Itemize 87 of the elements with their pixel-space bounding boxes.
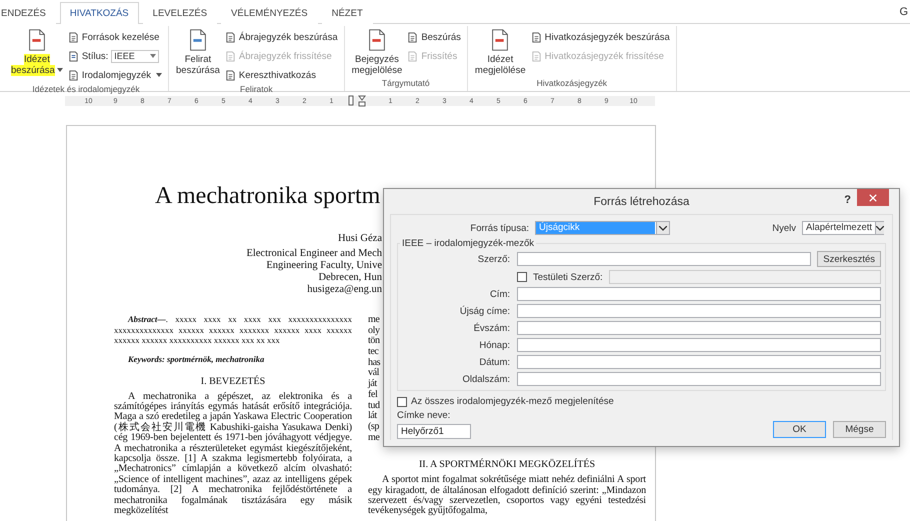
- field-label: Dátum:: [478, 356, 510, 368]
- checkbox-label: Testületi Szerző:: [533, 272, 603, 282]
- body-text-line: has: [368, 356, 380, 368]
- caret-icon: [876, 226, 884, 230]
- body-text-line: vál: [368, 367, 380, 378]
- body-text-line: fel: [368, 388, 378, 400]
- document-icon: [68, 70, 79, 80]
- dialog-title: Forrás létrehozása: [594, 196, 690, 208]
- group-label: Feliratok: [239, 84, 274, 96]
- input-field[interactable]: [517, 321, 881, 335]
- ribbon-button[interactable]: Hivatkozásjegyzék beszúrása: [530, 28, 670, 46]
- document-icon: [407, 50, 418, 62]
- caret-icon: [659, 226, 667, 230]
- checkbox-label: Az összes irodalomjegyzék-mező megjelenítése: [411, 396, 614, 407]
- style-label: Stílus:: [82, 50, 108, 62]
- body-text-line: me: [368, 432, 380, 443]
- field-label: Cím:: [488, 288, 510, 300]
- body-paragraph: A mechatronika a gépészet, az elektronika és a számítógépes irányítás egymás hatását erősítő integrációja. Maga a szó eredetileg a japán Yaskawa Electric Cooperation (株式会社安川電機 Kabushiki-gaisha Yasukawa Denki) cég 1969-ben bejelentett és 1971-ben jóváhagyott védjegye. A mechatronika a részterületeket egymást kiegészítőjeként, kapcsolja össze. [1] A szakma legismertebb folyóirata, a „Mechatronics” címlapján a következő alcím olvasható: „Science of intelligent machines”, azaz az intelligens gépek tudománya. [2] A mechatronika fejlődéstörténete a mechatronika fogalmának tisztázására egy másik megközelítést: [114, 392, 352, 516]
- close-button[interactable]: [857, 189, 889, 206]
- ribbon-button[interactable]: Ábrajegyzék beszúrása: [224, 28, 338, 46]
- document-title: A mechatronika sportm: [155, 182, 380, 211]
- style-select[interactable]: IEEE: [111, 50, 160, 62]
- language-select[interactable]: Alapértelmezett: [802, 221, 884, 235]
- ribbon-button[interactable]: Idézet beszúrása: [10, 26, 64, 84]
- input-field[interactable]: [517, 338, 881, 352]
- body-text-line: (sp: [368, 420, 380, 432]
- group-title: IEEE – irodalomjegyzék-mezők: [401, 238, 535, 249]
- account-initial[interactable]: G: [899, 6, 908, 18]
- document-icon: [224, 50, 236, 62]
- ribbon-button[interactable]: Kereszthivatkozás: [224, 66, 338, 84]
- author-line: Electronical Engineer and Mech: [245, 248, 382, 260]
- group-label: Hivatkozásjegyzék: [536, 78, 608, 90]
- ribbon-button[interactable]: Bejegyzés megjelölése: [350, 26, 404, 78]
- section-heading: I. BEVEZETÉS: [200, 376, 266, 386]
- body-text-line: me: [368, 314, 380, 325]
- checkbox[interactable]: [397, 396, 407, 406]
- input-field[interactable]: [517, 287, 881, 301]
- body-text-line: tud: [368, 400, 380, 410]
- ribbon-button[interactable]: Források kezelése: [68, 28, 162, 46]
- abstract-text: Abstract—. xxxxx xxxx xx xxxx xxx xxxxxxxxxxxxxxx xxxxxxxxxxxxxx xxxxxx xxxxxx xxxxxxx xxxxxx xxxx xxxxxx xxxxxx xxxxxx xxxxxxxxxx xxxxxx xxx xx xxx: [114, 314, 352, 346]
- ribbon-tab[interactable]: HIVATKOZÁS: [60, 2, 139, 24]
- help-button[interactable]: ?: [844, 194, 851, 206]
- ribbon-button[interactable]: Felirat beszúrása: [175, 26, 221, 84]
- ribbon-button[interactable]: Beszúrás: [407, 28, 461, 46]
- tag-name-label: Címke neve:: [397, 410, 452, 421]
- body-text-line: oly: [368, 324, 380, 336]
- author-line: husigeza@eng.un: [306, 284, 382, 296]
- document-icon: [224, 70, 236, 80]
- dialog-button[interactable]: OK: [773, 421, 826, 438]
- language-label: Nyelv: [772, 222, 796, 234]
- group-label: Tárgymutató: [380, 78, 431, 90]
- close-icon: [869, 194, 877, 202]
- dialog-button[interactable]: Mégse: [833, 421, 886, 438]
- body-paragraph: A sportot mint fogalmat sokrétűsége miatt nehéz definiálni A sport egy kiragadott, de általánosan elfogadott definíció szerint: „Mindazon szervezett és/vagy szervezetlen, csoportos vagy egyéni testedzési tevékenységek gyűjtőfogalma,: [368, 475, 646, 517]
- ribbon-button[interactable]: Irodalomjegyzék: [68, 66, 162, 84]
- author-line: Engineering Faculty, Unive: [265, 260, 382, 272]
- body-text-line: tön: [368, 335, 380, 346]
- field-label: Évszám:: [472, 322, 510, 334]
- ribbon-button[interactable]: Idézet megjelölése: [474, 26, 527, 78]
- edit-button[interactable]: Szerkesztés: [817, 251, 881, 267]
- document-icon: [407, 32, 418, 42]
- group-label: Idézetek és irodalomjegyzék: [31, 84, 141, 96]
- input-field[interactable]: [517, 355, 881, 369]
- body-text-line: tec: [368, 346, 378, 358]
- field-label: Újság címe:: [458, 306, 510, 316]
- document-icon: [530, 50, 542, 62]
- input-field[interactable]: [517, 252, 812, 266]
- caret-icon: [156, 73, 162, 77]
- field-label: Oldalszám:: [461, 374, 510, 384]
- source-type-label: Forrás típusa:: [469, 222, 529, 234]
- style-icon: [68, 50, 79, 62]
- keywords-text: Keywords: sportmérnök, mechatronika: [127, 354, 266, 364]
- body-text-line: lát: [368, 410, 377, 422]
- author-line: Debrecen, Hun: [317, 272, 382, 284]
- author-line: Husi Géza: [336, 233, 382, 245]
- caret-icon: [56, 68, 63, 72]
- caret-icon: [150, 54, 156, 58]
- tag-name-field[interactable]: Helyőrző1: [397, 424, 471, 439]
- body-text-line: ját: [368, 378, 377, 390]
- field-label: Hónap:: [478, 340, 510, 350]
- input-field[interactable]: [517, 372, 881, 386]
- section-heading: II. A SPORTMÉRNÖKI MEGKÖZELÍTÉS: [418, 459, 596, 470]
- field-label: Szerző:: [476, 254, 510, 264]
- document-icon: [68, 32, 79, 42]
- document-icon: [530, 32, 542, 42]
- document-icon: [224, 32, 236, 42]
- input-field[interactable]: [517, 304, 881, 318]
